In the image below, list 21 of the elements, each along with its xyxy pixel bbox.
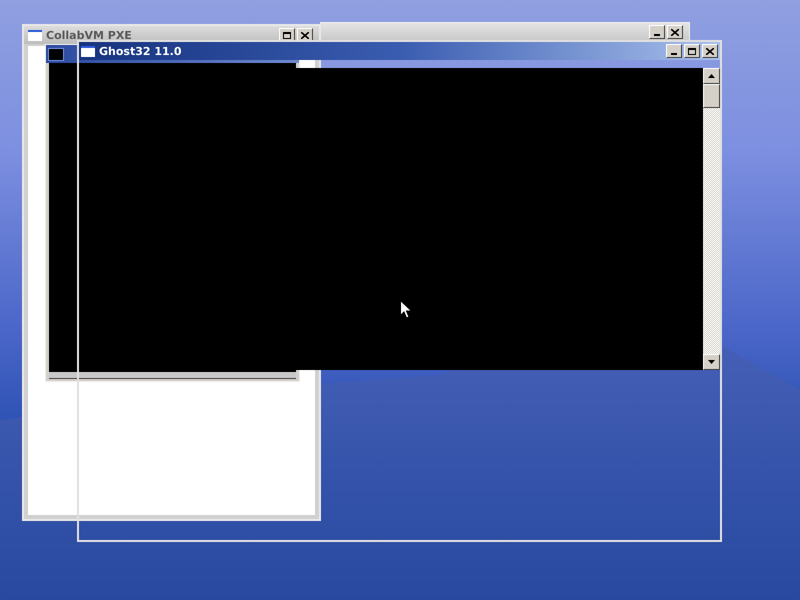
console-icon bbox=[48, 48, 64, 60]
close-button[interactable] bbox=[702, 44, 718, 58]
window-icon bbox=[28, 30, 42, 40]
close-icon bbox=[671, 28, 679, 36]
close-icon bbox=[706, 48, 714, 54]
scrollbar-thumb[interactable] bbox=[703, 84, 720, 108]
window-icon bbox=[81, 46, 95, 56]
minimize-button[interactable] bbox=[649, 25, 665, 39]
mouse-cursor-icon bbox=[400, 300, 412, 319]
scroll-down-button[interactable] bbox=[703, 354, 720, 370]
window-title: Ghost32 11.0 bbox=[99, 44, 182, 58]
horizontal-scrollbar[interactable] bbox=[49, 372, 296, 379]
minimize-button[interactable] bbox=[666, 44, 682, 58]
close-icon bbox=[301, 32, 309, 38]
scrollbar[interactable] bbox=[703, 68, 720, 370]
down-arrow-icon bbox=[708, 360, 715, 364]
maximize-button[interactable] bbox=[684, 44, 700, 58]
up-arrow-icon bbox=[708, 74, 715, 78]
close-button[interactable] bbox=[667, 25, 683, 39]
scroll-up-button[interactable] bbox=[703, 68, 720, 84]
window-title: CollabVM PXE bbox=[46, 28, 132, 42]
